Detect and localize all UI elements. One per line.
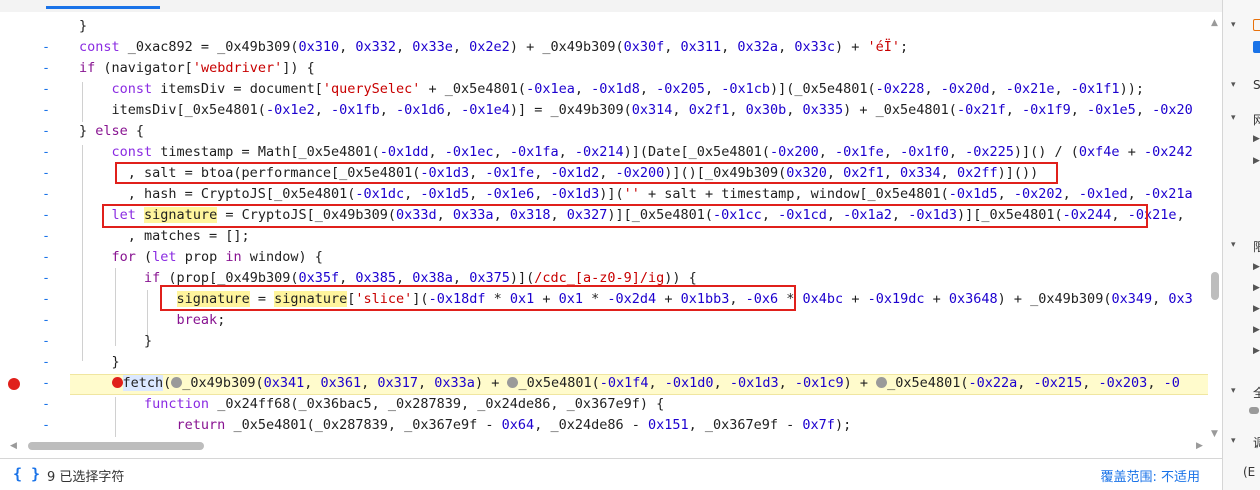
annotation-box-signature <box>102 204 1148 228</box>
scroll-down-arrow-icon[interactable]: ▼ <box>1211 429 1218 439</box>
code-line[interactable]: const _0xac892 = _0x49b309(0x310, 0x332,… <box>79 37 908 58</box>
code-editor[interactable]: } - const _0xac892 = _0x49b309(0x310, 0x33… <box>0 0 1222 458</box>
code-line[interactable]: function _0x24ff68(_0x36bac5, _0x287839,… <box>79 394 664 415</box>
scroll-right-arrow-icon[interactable]: ▶ <box>1196 441 1203 451</box>
diff-marker: - <box>42 292 50 307</box>
diff-marker: - <box>42 187 50 202</box>
section-header[interactable]: 全 <box>1253 384 1260 401</box>
annotation-box-salt <box>115 162 1058 184</box>
code-line[interactable]: itemsDiv[_0x5e4801(-0x1e2, -0x1fb, -0x1d… <box>79 100 1193 121</box>
debugger-side-panel: ▾ ▾ S ▾ 网 ▶ ▶ ▾ 限 ▶ ▶ ▶ ▶ ▶ ▾ 全 ▾ 调 (E <box>1222 0 1260 490</box>
code-line[interactable]: } <box>79 352 120 373</box>
chevron-down-icon[interactable]: ▾ <box>1231 240 1236 250</box>
code-line[interactable]: const itemsDiv = document['querySelec' +… <box>79 79 1144 100</box>
diff-marker: - <box>42 229 50 244</box>
diff-marker: - <box>42 334 50 349</box>
chevron-down-icon[interactable]: ▾ <box>1231 20 1236 30</box>
code-line[interactable]: return _0x5e4801(_0x287839, _0x367e9f - … <box>79 415 852 436</box>
diff-marker: - <box>42 250 50 265</box>
chevron-down-icon[interactable]: ▾ <box>1231 113 1236 123</box>
chevron-right-icon[interactable]: ▶ <box>1253 325 1260 335</box>
code-line[interactable]: } else { <box>79 121 144 142</box>
code-line[interactable]: const timestamp = Math[_0x5e4801(-0x1dd,… <box>79 142 1193 163</box>
diff-marker: - <box>42 124 50 139</box>
scroll-left-arrow-icon[interactable]: ◀ <box>10 441 17 451</box>
status-bar: { } 9 已选择字符 覆盖范围: 不适用 <box>0 458 1222 490</box>
checked-checkbox-icon[interactable] <box>1253 41 1260 53</box>
section-header[interactable]: S <box>1253 78 1260 92</box>
chevron-right-icon[interactable]: ▶ <box>1253 346 1260 356</box>
diff-marker: - <box>42 103 50 118</box>
chevron-right-icon[interactable]: ▶ <box>1253 304 1260 314</box>
section-header[interactable]: 网 <box>1253 111 1260 128</box>
diff-marker: - <box>42 313 50 328</box>
diff-marker: - <box>42 82 50 97</box>
horizontal-scroll-thumb[interactable] <box>28 442 204 450</box>
slider-handle[interactable] <box>1249 407 1259 414</box>
coverage-link[interactable]: 覆盖范围: 不适用 <box>1100 466 1200 485</box>
breakpoint-icon[interactable] <box>8 378 20 390</box>
code-line[interactable]: } <box>79 331 152 352</box>
chevron-right-icon[interactable]: ▶ <box>1253 156 1260 166</box>
chevron-down-icon[interactable]: ▾ <box>1231 386 1236 396</box>
braces-icon[interactable]: { } <box>13 465 40 483</box>
pause-exceptions-checkbox-icon[interactable] <box>1253 19 1260 31</box>
diff-marker: - <box>42 418 50 433</box>
code-line[interactable]: , matches = []; <box>79 226 250 247</box>
panel-text: (E <box>1243 465 1256 479</box>
vertical-scroll-thumb[interactable] <box>1211 272 1219 300</box>
code-line[interactable]: if (navigator['webdriver']) { <box>79 58 315 79</box>
chevron-down-icon[interactable]: ▾ <box>1231 80 1236 90</box>
chevron-right-icon[interactable]: ▶ <box>1253 283 1260 293</box>
diff-marker: - <box>42 376 50 391</box>
vertical-scrollbar[interactable] <box>1208 12 1222 458</box>
editor-tab-strip <box>0 0 1222 12</box>
diff-marker <box>40 16 52 37</box>
scroll-up-arrow-icon[interactable]: ▲ <box>1211 18 1218 28</box>
section-header[interactable]: 限 <box>1253 238 1260 255</box>
selection-count: 9 已选择字符 <box>47 470 125 485</box>
chevron-right-icon[interactable]: ▶ <box>1253 134 1260 144</box>
diff-marker: - <box>42 166 50 181</box>
diff-marker: - <box>42 271 50 286</box>
diff-marker: - <box>42 397 50 412</box>
code-line[interactable]: fetch(_0x49b309(0x341, 0x361, 0x317, 0x3… <box>79 373 1180 394</box>
code-line[interactable]: } <box>79 16 87 37</box>
code-line[interactable]: break; <box>79 310 226 331</box>
diff-marker: - <box>42 355 50 370</box>
diff-marker: - <box>42 208 50 223</box>
chevron-right-icon[interactable]: ▶ <box>1253 262 1260 272</box>
chevron-down-icon[interactable]: ▾ <box>1231 436 1236 446</box>
active-tab-indicator <box>46 6 160 9</box>
annotation-box-slice <box>160 285 796 311</box>
code-line[interactable]: , hash = CryptoJS[_0x5e4801(-0x1dc, -0x1… <box>79 184 1193 205</box>
diff-marker: - <box>42 61 50 76</box>
diff-marker: - <box>42 145 50 160</box>
code-line[interactable]: for (let prop in window) { <box>79 247 323 268</box>
section-header[interactable]: 调 <box>1253 434 1260 451</box>
diff-marker: - <box>42 40 50 55</box>
